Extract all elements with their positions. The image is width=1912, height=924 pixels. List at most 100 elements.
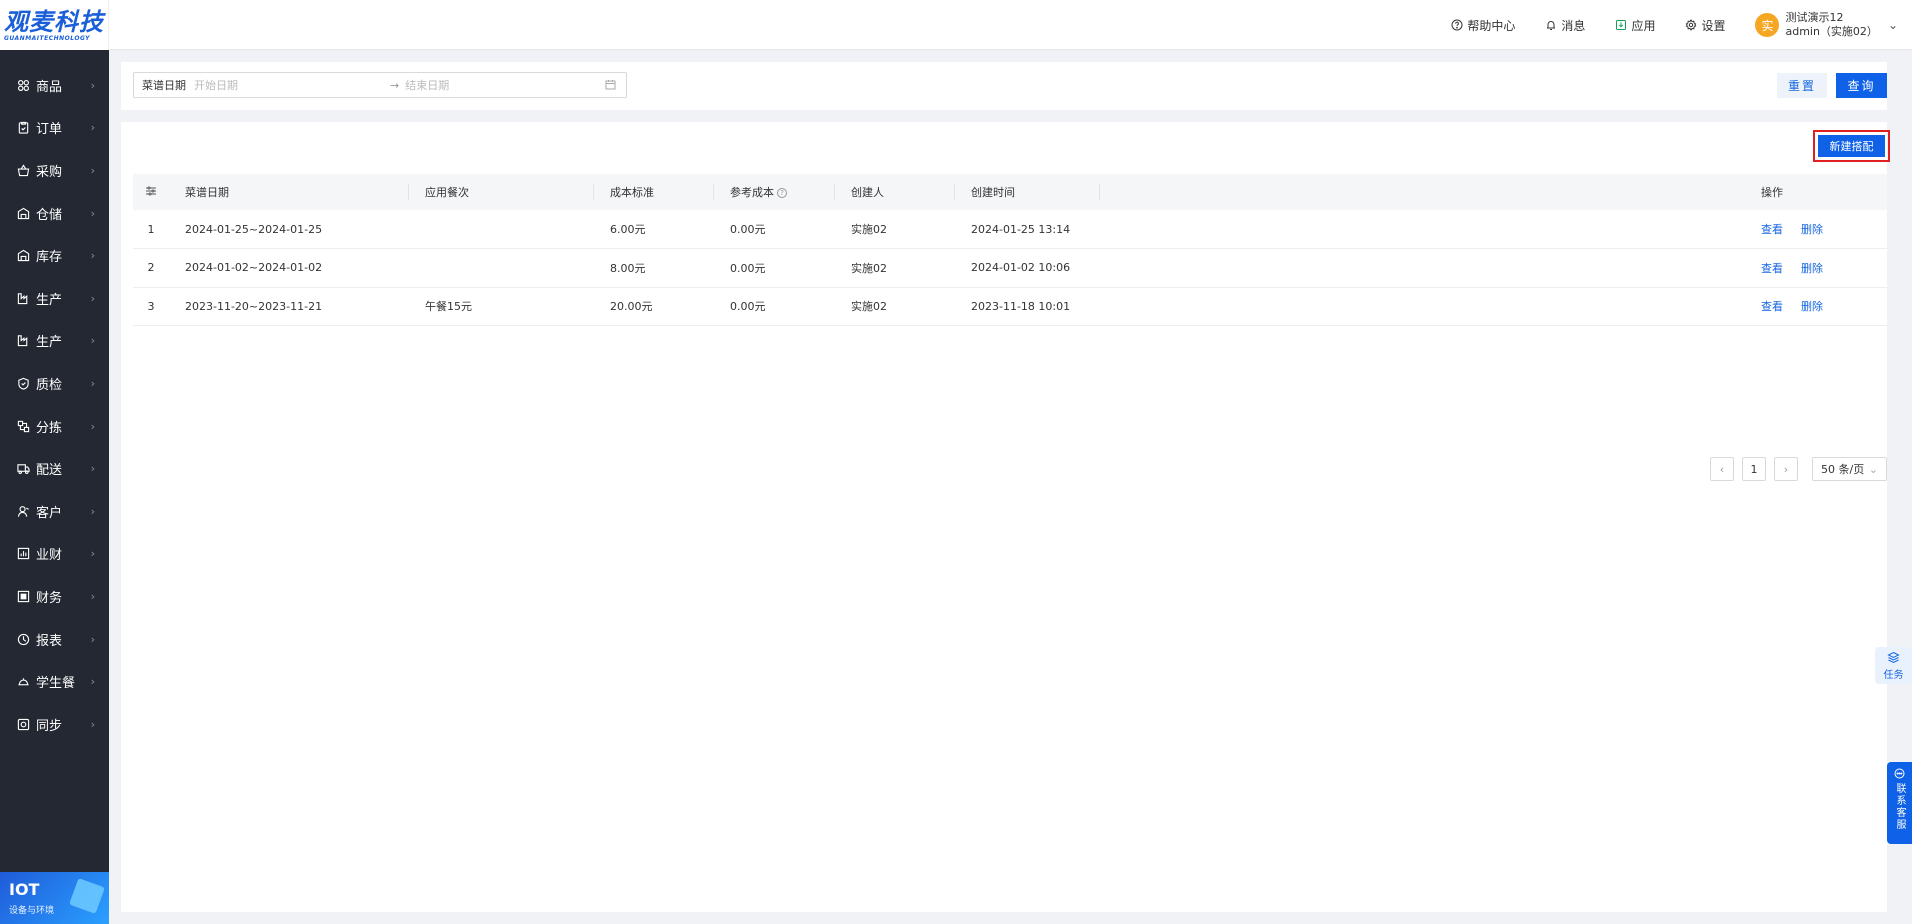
- user-menu[interactable]: 实 测试演示12 admin（实施02） ⌄: [1755, 11, 1898, 39]
- sidebar-item-sync[interactable]: 同步 ›: [0, 703, 109, 746]
- page-size-value: 50 条/页: [1821, 463, 1865, 476]
- brand-logo[interactable]: 观麦科技 GUANMAITECHNOLOGY: [0, 0, 109, 50]
- sidebar-item-reports[interactable]: 报表 ›: [0, 618, 109, 661]
- cell-ref-cost: 0.00元: [714, 210, 835, 250]
- row-index: 2: [133, 248, 169, 288]
- new-match-highlight: 新建搭配: [1813, 130, 1890, 162]
- user-account: admin（实施02）: [1785, 25, 1878, 38]
- view-link[interactable]: 查看: [1761, 262, 1783, 275]
- brand-sub: GUANMAITECHNOLOGY: [4, 34, 91, 42]
- settings-label: 设置: [1701, 18, 1726, 33]
- dish-icon: [16, 675, 30, 689]
- table-row: 1 2024-01-25~2024-01-25 6.00元 0.00元 实施02…: [133, 210, 1887, 250]
- top-header: 帮助中心 消息 应用 设置 实 测试演示12 admin（实施02） ⌄: [109, 0, 1912, 50]
- settings-link[interactable]: 设置: [1685, 17, 1725, 34]
- chevron-right-icon: ›: [90, 589, 95, 603]
- cell-meal: [409, 248, 594, 288]
- table-panel: 新建搭配 菜谱日期 应用餐次 成本标准 参考成本? 创建人 创建时间 操作 1 …: [121, 122, 1890, 912]
- chevron-right-icon: ›: [90, 334, 95, 348]
- sidebar-item-finance[interactable]: 财务 ›: [0, 575, 109, 618]
- chevron-right-icon: ›: [90, 78, 95, 92]
- sidebar-item-goods[interactable]: 商品 ›: [0, 64, 109, 107]
- apps-link[interactable]: 应用: [1615, 17, 1655, 34]
- cell-standard: 6.00元: [594, 210, 714, 250]
- cell-standard: 8.00元: [594, 248, 714, 288]
- iot-subtitle: 设备与环境: [9, 906, 55, 916]
- chevron-right-icon: ›: [90, 376, 95, 390]
- sidebar-item-sorting[interactable]: 分拣 ›: [0, 405, 109, 448]
- sidebar-item-inventory[interactable]: 库存 ›: [0, 234, 109, 277]
- recipe-date-range-picker[interactable]: 菜谱日期 开始日期 → 结束日期: [133, 72, 627, 98]
- column-header-spacer: [1100, 174, 1745, 210]
- delete-link[interactable]: 删除: [1801, 223, 1823, 236]
- new-match-button[interactable]: 新建搭配: [1818, 135, 1885, 157]
- start-date-input[interactable]: 开始日期: [194, 77, 390, 93]
- column-header-standard: 成本标准: [594, 174, 714, 210]
- truck-icon: [16, 462, 30, 476]
- sidebar-item-business-finance[interactable]: 业财 ›: [0, 533, 109, 576]
- sync-icon: [16, 717, 30, 731]
- sidebar-item-label: 报表: [36, 633, 63, 649]
- cell-created-time: 2024-01-25 13:14: [955, 210, 1100, 250]
- cell-spacer: [1100, 248, 1745, 288]
- task-float-button[interactable]: 任务: [1875, 647, 1912, 684]
- column-settings-icon[interactable]: [133, 174, 169, 210]
- chevron-right-icon: ›: [90, 632, 95, 646]
- prev-page-button[interactable]: ‹: [1710, 457, 1734, 481]
- sidebar-item-orders[interactable]: 订单 ›: [0, 107, 109, 150]
- chevron-right-icon: ›: [90, 504, 95, 518]
- view-link[interactable]: 查看: [1761, 300, 1783, 313]
- cell-meal: 午餐15元: [409, 287, 594, 327]
- help-circle-icon[interactable]: ?: [777, 188, 787, 198]
- next-page-button[interactable]: ›: [1774, 457, 1798, 481]
- reset-button[interactable]: 重置: [1777, 73, 1827, 98]
- cell-ref-cost: 0.00元: [714, 248, 835, 288]
- cell-date: 2023-11-20~2023-11-21: [169, 287, 409, 327]
- help-center-link[interactable]: 帮助中心: [1451, 17, 1515, 34]
- brand-name: 观麦科技: [4, 7, 104, 36]
- contact-support-button[interactable]: 联系客服: [1887, 762, 1912, 844]
- chevron-right-icon: ›: [90, 547, 95, 561]
- pagination: ‹ 1 › 50 条/页 ⌄: [1710, 457, 1887, 481]
- view-link[interactable]: 查看: [1761, 223, 1783, 236]
- sidebar-item-purchase[interactable]: 采购 ›: [0, 149, 109, 192]
- page-number-button[interactable]: 1: [1742, 457, 1766, 481]
- grid-icon: [16, 78, 30, 92]
- date-range-label: 菜谱日期: [142, 79, 186, 92]
- chat-icon: [1894, 768, 1905, 779]
- sidebar-item-label: 仓储: [36, 207, 63, 223]
- sidebar-item-delivery[interactable]: 配送 ›: [0, 447, 109, 490]
- cell-meal: [409, 210, 594, 250]
- end-date-input[interactable]: 结束日期: [405, 77, 595, 93]
- sidebar-item-label: 生产: [36, 292, 63, 308]
- column-header-created-time: 创建时间: [955, 174, 1100, 210]
- cell-creator: 实施02: [835, 210, 955, 250]
- factory-icon: [16, 334, 30, 348]
- row-index: 3: [133, 287, 169, 327]
- cell-creator: 实施02: [835, 248, 955, 288]
- sidebar-item-student-meal[interactable]: 学生餐 ›: [0, 660, 109, 703]
- table-header-row: 菜谱日期 应用餐次 成本标准 参考成本? 创建人 创建时间 操作: [133, 174, 1887, 210]
- sidebar-item-label: 库存: [36, 250, 63, 266]
- sidebar-item-storage[interactable]: 仓储 ›: [0, 192, 109, 235]
- sidebar-item-production-2[interactable]: 生产 ›: [0, 320, 109, 363]
- delete-link[interactable]: 删除: [1801, 262, 1823, 275]
- sidebar-item-production-1[interactable]: 生产 ›: [0, 277, 109, 320]
- query-button[interactable]: 查询: [1836, 73, 1887, 98]
- help-circle-icon: [1451, 19, 1463, 31]
- messages-label: 消息: [1561, 18, 1586, 33]
- sidebar-item-quality[interactable]: 质检 ›: [0, 362, 109, 405]
- chevron-right-icon: ›: [90, 249, 95, 263]
- sidebar-item-customers[interactable]: 客户 ›: [0, 490, 109, 533]
- chevron-right-icon: ›: [90, 462, 95, 476]
- page-size-select[interactable]: 50 条/页 ⌄: [1812, 457, 1887, 481]
- iot-banner[interactable]: IOT 设备与环境: [0, 872, 109, 924]
- cube-icon: [69, 878, 105, 914]
- warehouse-icon: [16, 249, 30, 263]
- chart-icon: [16, 547, 30, 561]
- messages-link[interactable]: 消息: [1545, 17, 1585, 34]
- delete-link[interactable]: 删除: [1801, 300, 1823, 313]
- bell-icon: [1547, 21, 1556, 30]
- cell-actions: 查看 删除: [1745, 287, 1887, 327]
- clipboard-icon: [16, 121, 30, 135]
